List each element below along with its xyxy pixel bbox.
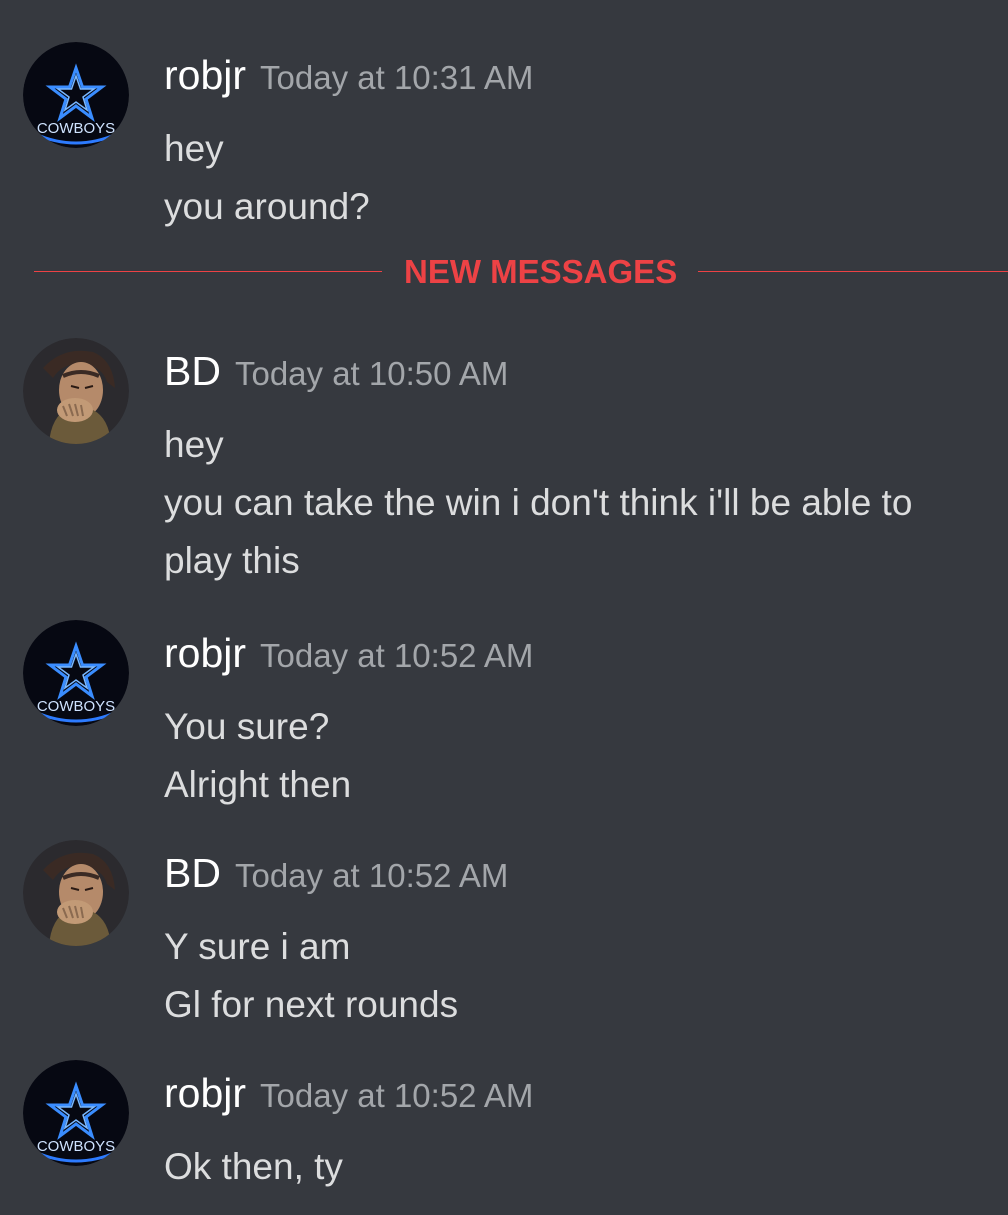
message-header: BD Today at 10:52 AM [164,850,508,897]
avatar-text: COWBOYS [37,1138,115,1155]
username[interactable]: BD [164,850,221,896]
message-line: hey [164,424,224,465]
message-header: BD Today at 10:50 AM [164,348,508,395]
cowboys-star-icon: COWBOYS [23,620,129,726]
message-group: COWBOYS robjr Today at 10:52 AM You sure?… [0,620,1008,810]
avatar[interactable] [23,840,129,946]
message-line: you around? [164,186,370,227]
new-messages-label: NEW MESSAGES [404,253,678,290]
message-content: Ok then, ty [164,1138,994,1196]
message-content: hey you can take the win i don't think i… [164,416,994,590]
divider-line [698,271,1008,272]
username[interactable]: robjr [164,1070,246,1116]
message-content: Y sure i am Gl for next rounds [164,918,994,1034]
avatar-text: COWBOYS [37,698,115,715]
message-group: COWBOYS robjr Today at 10:52 AM Ok then, … [0,1060,1008,1200]
message-line: You sure? [164,706,330,747]
message-line: play this [164,540,300,581]
message-content: hey you around? [164,120,994,236]
avatar[interactable] [23,338,129,444]
avatar[interactable]: COWBOYS [23,620,129,726]
avatar[interactable]: COWBOYS [23,1060,129,1166]
message-line: you can take the win i don't think i'll … [164,482,913,523]
username[interactable]: robjr [164,52,246,98]
message-line: hey [164,128,224,169]
new-messages-divider: NEW MESSAGES [34,252,1008,292]
timestamp: Today at 10:52 AM [260,1077,534,1114]
divider-line [34,271,382,272]
message-line: Ok then, ty [164,1146,343,1187]
username[interactable]: robjr [164,630,246,676]
timestamp: Today at 10:50 AM [234,355,509,392]
message-line: Y sure i am [164,926,351,967]
message-line: Alright then [164,764,352,805]
avatar-text: COWBOYS [37,120,115,137]
timestamp: Today at 10:52 AM [260,637,534,674]
username[interactable]: BD [164,348,221,394]
message-group: BD Today at 10:52 AM Y sure i am Gl for n… [0,840,1008,1030]
timestamp: Today at 10:52 AM [234,857,509,894]
message-group: COWBOYS robjr Today at 10:31 AM hey you a… [0,42,1008,232]
message-group: BD Today at 10:50 AM hey you can take the… [0,338,1008,588]
message-line: Gl for next rounds [164,984,459,1025]
anime-character-avatar [23,338,129,444]
cowboys-star-icon: COWBOYS [23,42,129,148]
message-list: COWBOYS robjr Today at 10:31 AM hey you a… [0,0,1008,1215]
message-header: robjr Today at 10:31 AM [164,52,533,99]
message-header: robjr Today at 10:52 AM [164,1070,533,1117]
avatar[interactable]: COWBOYS [23,42,129,148]
cowboys-star-icon: COWBOYS [23,1060,129,1166]
timestamp: Today at 10:31 AM [260,59,534,96]
message-content: You sure? Alright then [164,698,994,814]
anime-character-avatar [23,840,129,946]
message-header: robjr Today at 10:52 AM [164,630,533,677]
